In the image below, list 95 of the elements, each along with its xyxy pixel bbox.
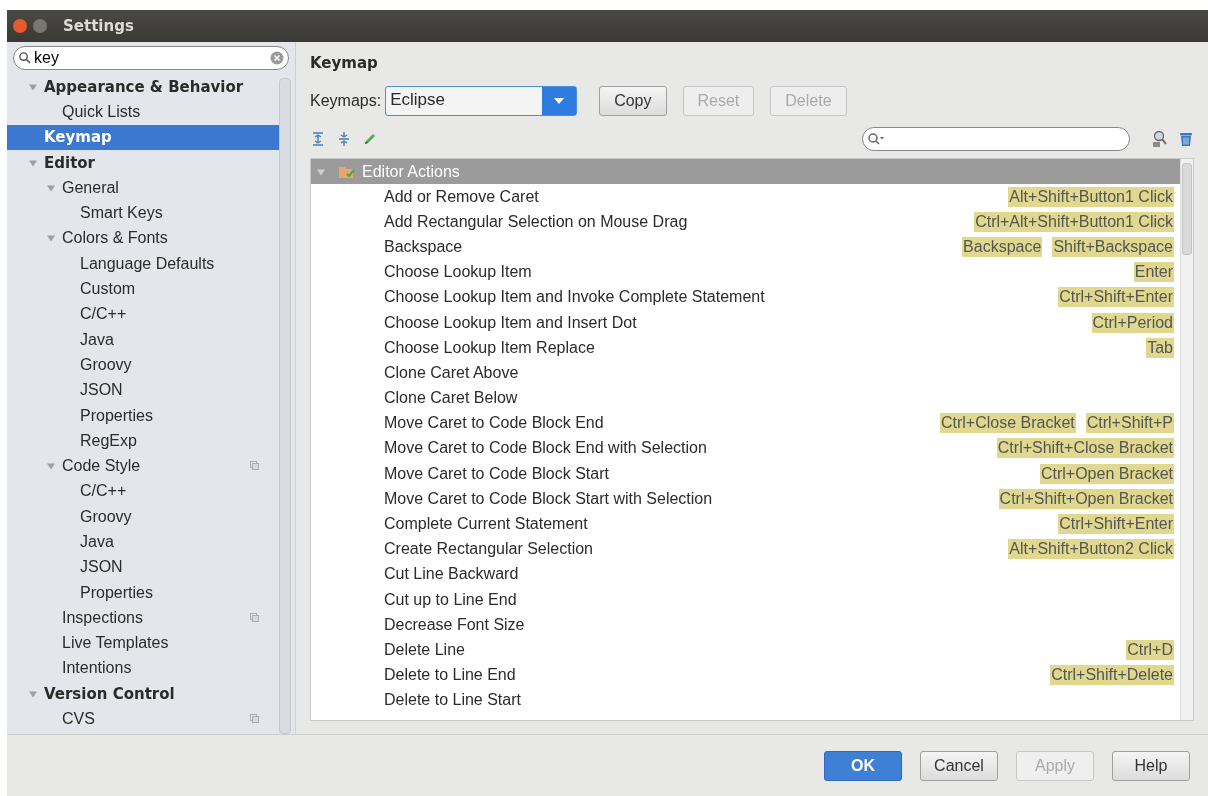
filter-field[interactable] bbox=[862, 127, 1130, 151]
sidebar-item[interactable]: C/C++ bbox=[7, 478, 279, 505]
sidebar-item[interactable]: JSON bbox=[7, 554, 279, 580]
action-name[interactable]: Clone Caret Below bbox=[384, 389, 1174, 408]
action-name[interactable]: Cut Line Backward bbox=[384, 565, 1174, 584]
action-name[interactable]: Move Caret to Code Block Start with Selection bbox=[384, 489, 989, 508]
close-button[interactable] bbox=[13, 19, 27, 33]
panel-title: Keymap bbox=[310, 54, 379, 72]
sidebar-item[interactable]: Intentions bbox=[7, 655, 279, 682]
action-name[interactable]: Decrease Font Size bbox=[384, 615, 1174, 634]
window-title: Settings bbox=[63, 17, 134, 35]
expand-all-icon[interactable] bbox=[310, 131, 326, 147]
scrollbar[interactable] bbox=[1180, 159, 1193, 720]
shortcut-label: Ctrl+Shift+Enter bbox=[1058, 287, 1174, 308]
expanded-arrow-icon[interactable] bbox=[317, 167, 325, 176]
sidebar-item[interactable]: Custom bbox=[7, 276, 279, 302]
sidebar-item[interactable]: Colors & Fonts bbox=[7, 225, 279, 252]
expanded-arrow-icon[interactable] bbox=[47, 462, 55, 471]
action-name[interactable]: Complete Current Statement bbox=[384, 515, 1049, 534]
expanded-arrow-icon[interactable] bbox=[29, 82, 37, 91]
expanded-arrow-icon[interactable] bbox=[29, 689, 37, 698]
sidebar-item[interactable]: CVS bbox=[7, 706, 279, 732]
sidebar-item[interactable]: Java bbox=[7, 529, 279, 555]
shortcut-label: Alt+Shift+Button1 Click bbox=[1008, 186, 1174, 207]
shortcut-label: Ctrl+Period bbox=[1091, 312, 1174, 333]
sidebar-item[interactable]: General bbox=[7, 175, 279, 201]
action-name[interactable]: Choose Lookup Item Replace bbox=[384, 338, 1137, 357]
sidebar-item[interactable]: Appearance & Behavior bbox=[7, 74, 279, 100]
sidebar-item[interactable]: Editor bbox=[7, 149, 279, 176]
pencil-icon[interactable] bbox=[362, 131, 378, 147]
expanded-arrow-icon[interactable] bbox=[29, 158, 37, 167]
field-label: Keymaps: bbox=[310, 92, 382, 110]
action-name[interactable]: Choose Lookup Item and Invoke Complete Statement bbox=[384, 288, 1049, 307]
shortcut-label: Ctrl+Close Bracket bbox=[939, 413, 1076, 434]
keymap-dropdown[interactable]: Eclipse bbox=[385, 86, 578, 116]
action-name[interactable]: Backspace bbox=[384, 237, 953, 256]
shortcut-label: Ctrl+Shift+Delete bbox=[1050, 665, 1174, 686]
sidebar-item[interactable]: Groovy bbox=[7, 352, 279, 378]
search-icon bbox=[18, 51, 31, 64]
action-name[interactable]: Move Caret to Code Block End bbox=[384, 414, 930, 433]
sidebar-item[interactable]: Keymap bbox=[7, 124, 279, 150]
caret-icon bbox=[554, 98, 565, 104]
action-name[interactable]: Create Rectangular Selection bbox=[384, 540, 999, 559]
action-name[interactable]: Delete Line bbox=[384, 640, 1117, 659]
shortcut-label: Ctrl+Shift+Open Bracket bbox=[998, 488, 1174, 509]
sidebar-item[interactable]: Inspections bbox=[7, 605, 279, 631]
sidebar-item[interactable]: Properties bbox=[7, 402, 279, 429]
shortcut-label: Tab bbox=[1146, 337, 1174, 358]
dialog-button[interactable]: OK bbox=[824, 750, 902, 781]
shortcut-label: Backspace bbox=[962, 236, 1043, 257]
collapse-all-icon[interactable] bbox=[336, 131, 352, 147]
shortcut-label: Shift+Backspace bbox=[1052, 236, 1174, 257]
minimize-button[interactable] bbox=[33, 19, 47, 33]
sidebar-item[interactable]: C/C++ bbox=[7, 301, 279, 327]
sidebar-item[interactable]: Quick Lists bbox=[7, 99, 279, 125]
dialog-button[interactable]: Help bbox=[1112, 750, 1190, 781]
search-icon[interactable] bbox=[867, 132, 885, 146]
action-name[interactable]: Add or Remove Caret bbox=[384, 187, 999, 206]
action-name[interactable]: Delete to Line Start bbox=[384, 691, 1174, 710]
sidebar-item[interactable]: Properties bbox=[7, 579, 279, 606]
search-field[interactable]: key bbox=[13, 46, 289, 70]
shortcut-label: Ctrl+D bbox=[1126, 639, 1174, 660]
sidebar-item[interactable]: RegExp bbox=[7, 428, 279, 454]
sidebar-item[interactable]: Live Templates bbox=[7, 630, 279, 656]
action-name[interactable]: Choose Lookup Item and Insert Dot bbox=[384, 313, 1082, 332]
action-name[interactable]: Delete to Line End bbox=[384, 666, 1041, 685]
shortcut-label: Ctrl+Alt+Shift+Button1 Click bbox=[974, 211, 1174, 232]
action-name[interactable]: Move Caret to Code Block End with Selection bbox=[384, 439, 987, 458]
shortcut-label: Enter bbox=[1133, 262, 1174, 283]
sidebar-item[interactable]: JSON bbox=[7, 377, 279, 403]
sidebar-item[interactable]: Language Defaults bbox=[7, 251, 279, 277]
expanded-arrow-icon[interactable] bbox=[47, 183, 55, 192]
action-name[interactable]: Add Rectangular Selection on Mouse Drag bbox=[384, 212, 965, 231]
dialog-button[interactable]: Cancel bbox=[920, 750, 998, 781]
shortcut-label: Ctrl+Shift+P bbox=[1085, 413, 1174, 434]
folder-icon bbox=[338, 164, 356, 179]
trash-icon[interactable] bbox=[1178, 131, 1194, 147]
sidebar-item[interactable]: Java bbox=[7, 326, 279, 353]
shortcut-label: Ctrl+Shift+Enter bbox=[1058, 514, 1174, 535]
action-name[interactable]: Cut up to Line End bbox=[384, 590, 1174, 609]
sidebar-item[interactable]: Groovy bbox=[7, 504, 279, 530]
sidebar-item[interactable]: Smart Keys bbox=[7, 200, 279, 226]
shortcut-label: Alt+Shift+Button2 Click bbox=[1008, 539, 1174, 560]
sidebar-item[interactable]: Code Style bbox=[7, 453, 279, 479]
action-name[interactable]: Clone Caret Above bbox=[384, 363, 1174, 382]
expanded-arrow-icon[interactable] bbox=[47, 234, 55, 243]
shortcut-label: Ctrl+Open Bracket bbox=[1039, 463, 1174, 484]
keymap-button[interactable]: Copy bbox=[599, 86, 667, 116]
clear-icon[interactable] bbox=[270, 51, 284, 65]
action-name[interactable]: Move Caret to Code Block Start bbox=[384, 464, 1030, 483]
find-shortcut-icon[interactable] bbox=[1150, 130, 1168, 148]
action-name[interactable]: Choose Lookup Item bbox=[384, 263, 1124, 282]
sidebar-item[interactable]: Version Control bbox=[7, 681, 279, 707]
scrollbar[interactable] bbox=[279, 78, 291, 734]
shortcut-label: Ctrl+Shift+Close Bracket bbox=[996, 438, 1174, 459]
